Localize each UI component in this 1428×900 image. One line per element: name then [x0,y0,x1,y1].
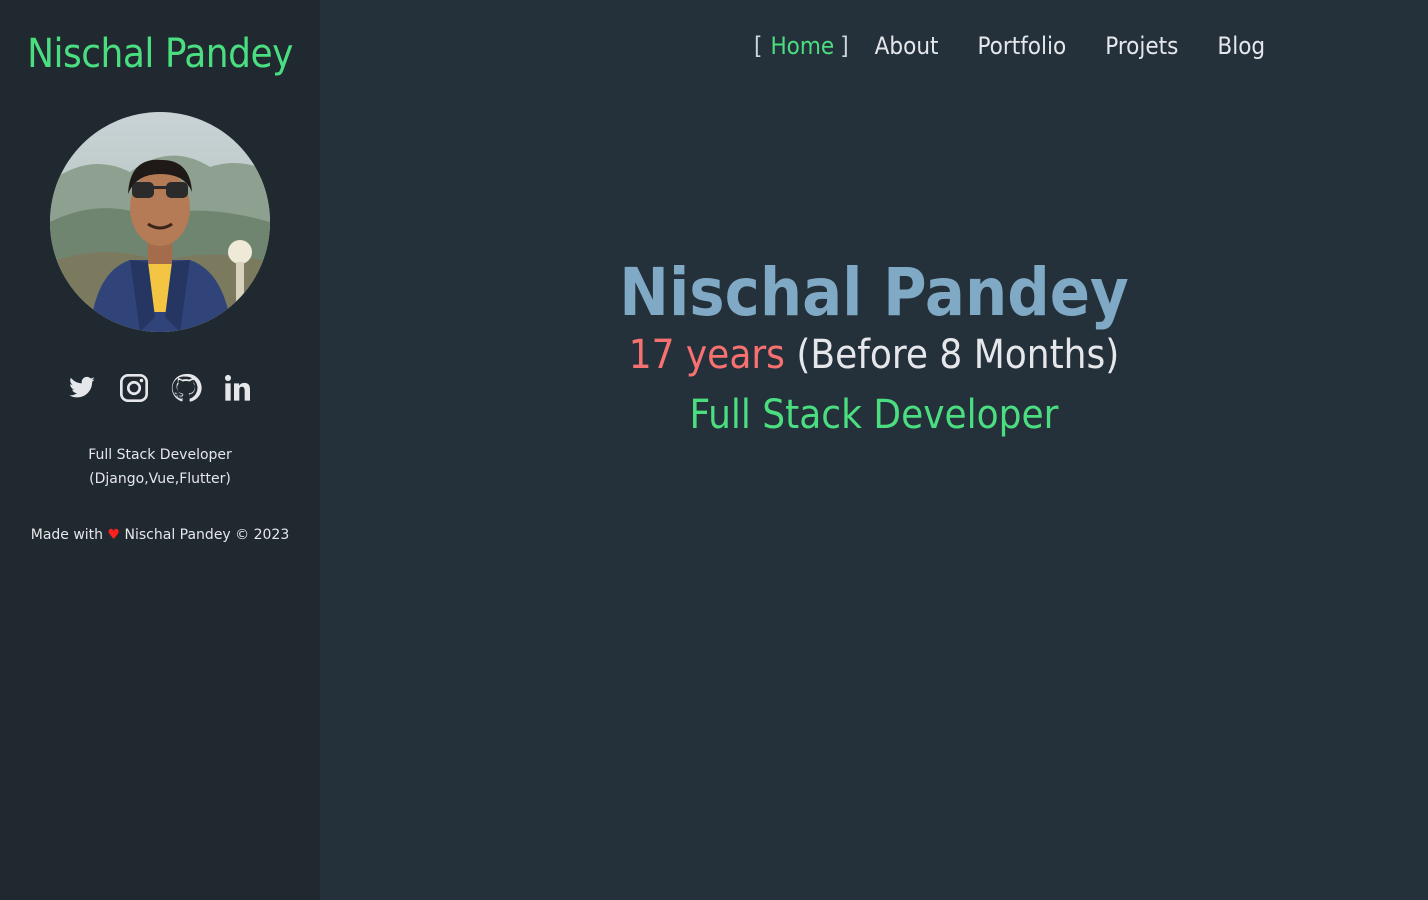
heart-icon: ♥ [107,527,121,543]
nav-portfolio[interactable]: Portfolio [978,32,1067,60]
github-icon [171,373,202,402]
hero-age-note: (Before 8 Months) [796,332,1120,378]
tagline-role: Full Stack Developer [88,447,232,463]
hero: Nischal Pandey 17 years (Before 8 Months… [320,250,1428,440]
bracket-right: ] [840,32,849,60]
sidebar: Nischal Pandey Full Stack Developer (Dja… [0,0,320,900]
footer-made-with: Made with [30,527,104,543]
footer-copyright: Nischal Pandey © 2023 [124,527,290,543]
nav-about[interactable]: About [875,32,939,60]
hero-role: Full Stack Developer [689,392,1059,438]
main-nav: [Home] About Portfolio Projets Blog [754,26,1304,66]
page: Nischal Pandey Full Stack Developer (Dja… [0,0,1428,900]
linkedin-icon [224,374,250,401]
brand-title[interactable]: Nischal Pandey [0,26,320,82]
sidebar-tagline: Full Stack Developer (Django,Vue,Flutter… [0,443,320,491]
sidebar-footer: Made with ♥ Nischal Pandey © 2023 [0,523,320,547]
social-links [0,368,320,408]
linkedin-link[interactable] [222,368,254,408]
avatar [50,112,270,332]
tagline-stack: (Django,Vue,Flutter) [89,471,231,487]
nav-home-label: Home [770,32,835,60]
twitter-link[interactable] [66,368,98,408]
twitter-icon [69,376,95,398]
hero-name: Nischal Pandey [619,254,1129,331]
nav-projets[interactable]: Projets [1105,32,1178,60]
instagram-icon [120,374,148,402]
bracket-left: [ [754,32,763,60]
github-link[interactable] [170,368,202,408]
nav-home[interactable]: [Home] [754,32,849,60]
hero-age-years: 17 years [628,332,785,378]
instagram-link[interactable] [118,368,150,408]
nav-blog[interactable]: Blog [1217,32,1265,60]
profile-photo [50,112,270,332]
hero-age: 17 years (Before 8 Months) [320,330,1428,380]
